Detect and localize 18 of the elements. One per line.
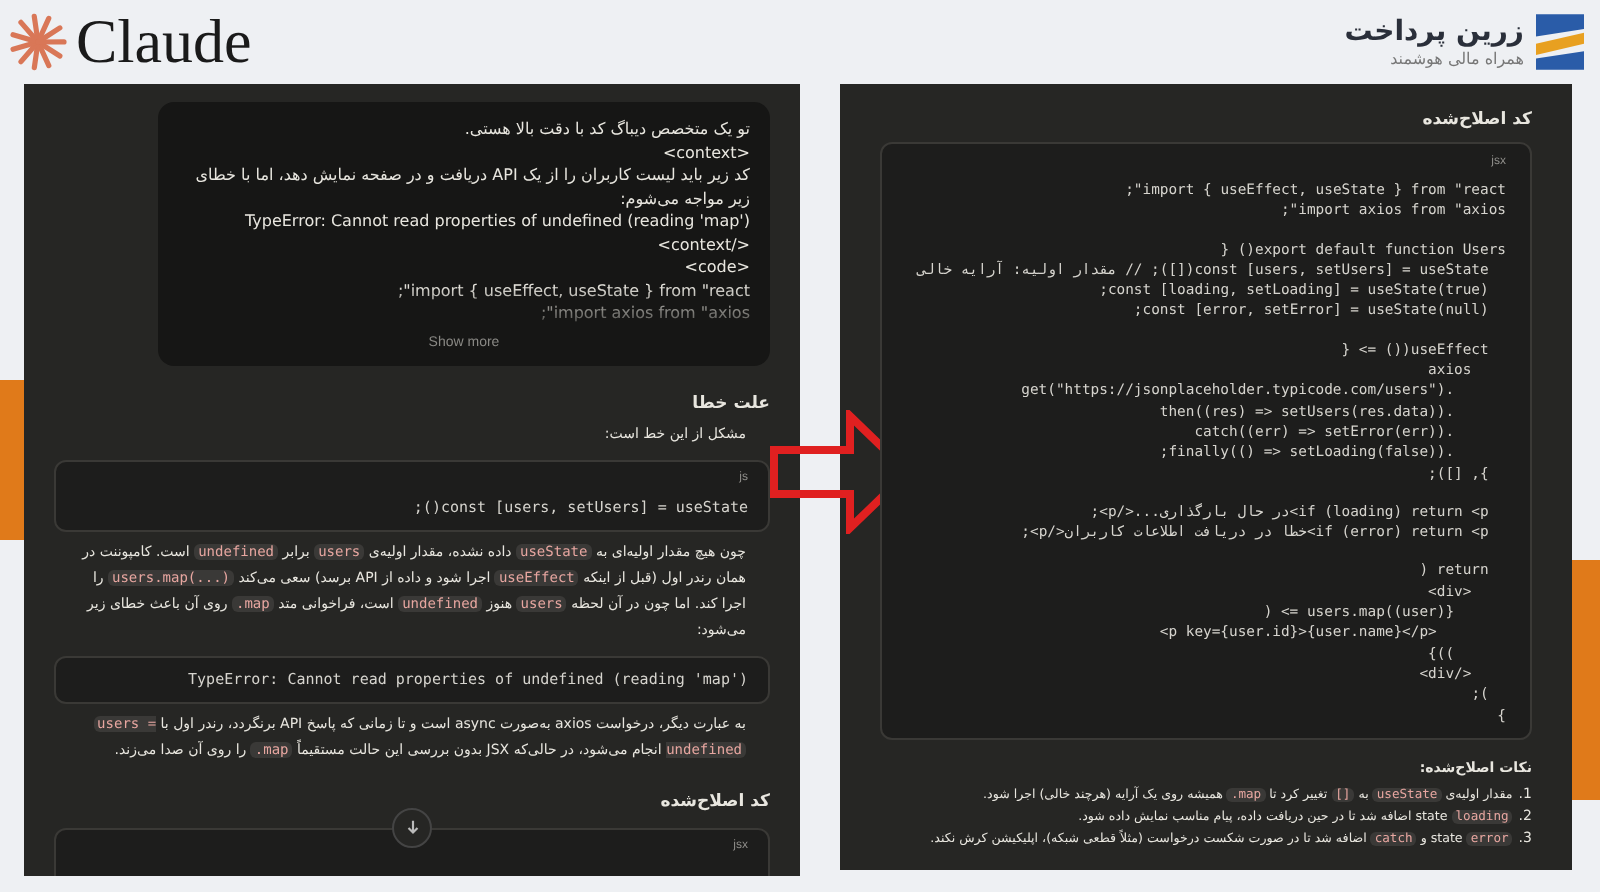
prompt-line: </context> bbox=[655, 233, 750, 256]
section-heading: علت خطا bbox=[690, 393, 770, 413]
asterisk-logo-icon bbox=[8, 12, 68, 72]
section-heading: کد اصلاح‌شده bbox=[658, 791, 770, 811]
prompt-line: <context> bbox=[660, 141, 750, 164]
brand-name: زرین پرداخت bbox=[1344, 16, 1524, 50]
down-arrow-icon bbox=[403, 818, 421, 836]
z-logo-icon bbox=[1536, 14, 1584, 70]
prompt-line: TypeError: Cannot read properties of undefined (reading 'map') bbox=[243, 210, 750, 233]
prompt-line: کد زیر باید لیست کاربران را از یک API دریافت و در صفحه نمایش دهد، اما با خطای زیر مواجه می‌شوم: bbox=[193, 164, 750, 210]
prompt-line: import axios from "axios"; bbox=[538, 302, 750, 325]
section-heading: کد اصلاح‌شده bbox=[1420, 110, 1532, 130]
prompt-line: <code> bbox=[682, 256, 750, 279]
brand-name: Claude bbox=[76, 6, 252, 78]
prompt-line: تو یک متخصص دیباگ کد با دقت بالا هستی. bbox=[462, 118, 750, 141]
brand-tagline: همراه مالی هوشمند bbox=[1390, 49, 1524, 68]
prompt-line: import { useEffect, useState } from "react"; bbox=[395, 279, 750, 302]
scroll-down-button[interactable] bbox=[392, 807, 432, 847]
